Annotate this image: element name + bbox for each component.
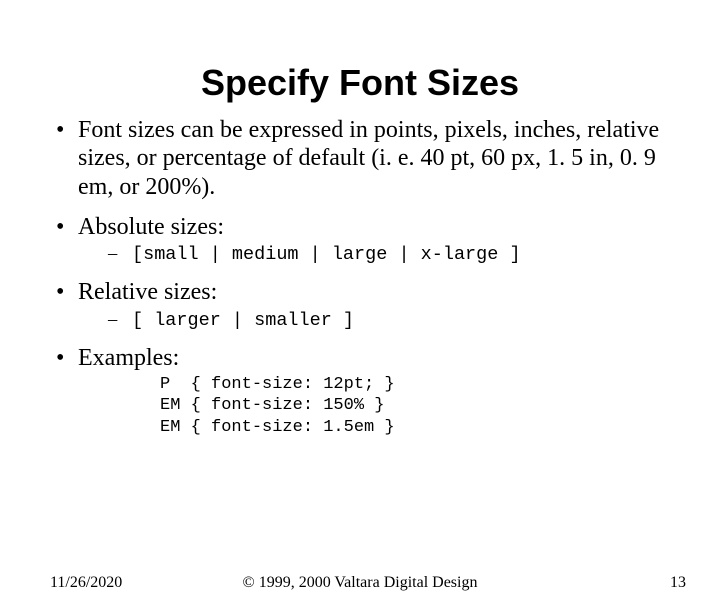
bullet-item: Font sizes can be expressed in points, p… [50,116,670,201]
sub-bullet-item: [ larger | smaller ] [78,309,670,332]
bullet-list: Font sizes can be expressed in points, p… [50,116,670,438]
sub-bullet-list: [small | medium | large | x-large ] [78,243,670,266]
footer-copyright: © 1999, 2000 Valtara Digital Design [0,574,720,592]
bullet-text: Font sizes can be expressed in points, p… [78,117,659,200]
sub-bullet-text: [ larger | smaller ] [132,310,354,331]
bullet-text: Absolute sizes: [78,214,224,240]
bullet-text: Relative sizes: [78,279,217,305]
bullet-item: Absolute sizes: [small | medium | large … [50,213,670,266]
slide-body: Font sizes can be expressed in points, p… [0,116,720,438]
code-example: P { font-size: 12pt; } EM { font-size: 1… [160,374,670,438]
sub-bullet-item: [small | medium | large | x-large ] [78,243,670,266]
bullet-text: Examples: [78,345,179,371]
footer-page-number: 13 [670,574,686,592]
bullet-item: Examples: P { font-size: 12pt; } EM { fo… [50,344,670,438]
slide-title: Specify Font Sizes [0,62,720,104]
bullet-item: Relative sizes: [ larger | smaller ] [50,278,670,331]
sub-bullet-list: [ larger | smaller ] [78,309,670,332]
sub-bullet-text: [small | medium | large | x-large ] [132,244,521,265]
slide: Specify Font Sizes Font sizes can be exp… [0,62,720,602]
